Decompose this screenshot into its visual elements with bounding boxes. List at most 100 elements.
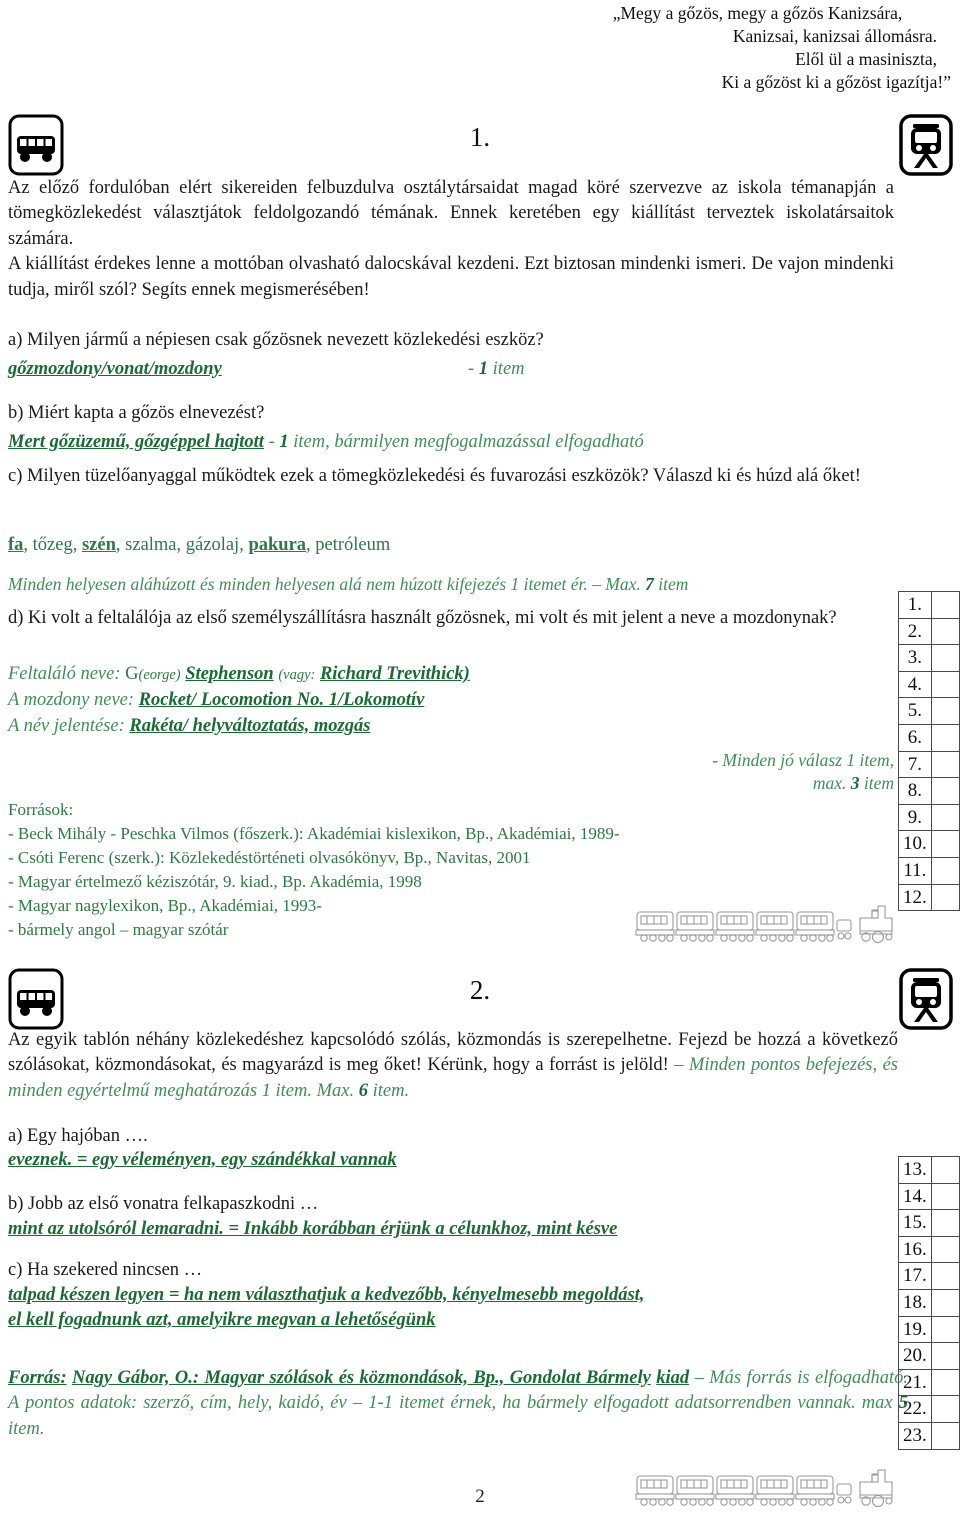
table-row[interactable]: 21. [898, 1368, 960, 1397]
score-row-value[interactable] [930, 1421, 960, 1450]
score-row-label: 6. [898, 723, 932, 752]
table-row[interactable]: 11. [898, 856, 960, 885]
score-note-1d-line-2: max. 3 item [632, 771, 894, 796]
score-row-label: 5. [898, 697, 932, 725]
table-row[interactable]: 19. [898, 1315, 960, 1344]
score-note-1c-a: Minden helyesen aláhúzott és minden hely… [8, 574, 641, 594]
source-item: - bármely angol – magyar szótár [8, 920, 229, 939]
answer-1c-options: fa, tőzeg, szén, szalma, gázolaj, pakura… [8, 533, 708, 558]
question-1b: b) Miért kapta a gőzös elnevezést? [8, 403, 265, 423]
option-szalma[interactable]: szalma [125, 535, 176, 555]
score-row-value[interactable] [930, 883, 960, 912]
table-row[interactable]: 4. [898, 670, 960, 699]
table-row[interactable]: 16. [898, 1235, 960, 1264]
option-tozeg-label: tőzeg [32, 535, 73, 555]
table-row[interactable]: 13. [898, 1156, 960, 1184]
score-row-value[interactable] [930, 1235, 960, 1264]
score-row-value[interactable] [930, 644, 960, 672]
table-row[interactable]: 1. [898, 591, 960, 619]
score-1a-dash: - [468, 359, 475, 379]
score-row-value[interactable] [930, 1315, 960, 1344]
answer-2c-text-1: talpad készen legyen = ha nem választhat… [8, 1285, 645, 1305]
score-note-1c-b: item [658, 574, 689, 594]
source-2-label: Forrás: [8, 1368, 67, 1388]
score-row-value[interactable] [930, 723, 960, 752]
score-1a-word: item [492, 359, 525, 379]
option-szen[interactable]: szén [82, 535, 116, 555]
score-row-value[interactable] [930, 777, 960, 805]
answer-2c: talpad készen legyen = ha nem választhat… [8, 1283, 898, 1334]
table-row[interactable]: 9. [898, 803, 960, 832]
score-row-label: 4. [898, 670, 932, 699]
score-row-value[interactable] [930, 856, 960, 885]
score-row-value[interactable] [930, 803, 960, 832]
table-row[interactable]: 8. [898, 777, 960, 805]
score-row-label: 13. [898, 1156, 932, 1184]
sep-1: , [23, 535, 33, 555]
table-row[interactable]: 14. [898, 1182, 960, 1211]
section-2-intro: Az egyik tablón néhány közlekedéshez kap… [8, 1028, 898, 1104]
score-row-value[interactable] [930, 1342, 960, 1370]
table-row[interactable]: 20. [898, 1342, 960, 1370]
answer-2b-text: mint az utolsóról lemaradni. = Inkább ko… [8, 1219, 618, 1239]
option-tozeg[interactable]: tőzeg [33, 535, 73, 555]
table-row[interactable]: 5. [898, 697, 960, 725]
score-row-value[interactable] [930, 591, 960, 619]
table-row[interactable]: 18. [898, 1288, 960, 1317]
score-row-value[interactable] [930, 1368, 960, 1397]
table-row[interactable]: 10. [898, 830, 960, 858]
score-row-label: 15. [898, 1209, 932, 1237]
score-1b: - 1 item, bármilyen megfogalmazással elf… [269, 432, 644, 452]
score-row-value[interactable] [930, 1209, 960, 1237]
train-front-icon [898, 968, 954, 1030]
answer-1d-label-1: Feltaláló neve: [8, 664, 121, 684]
score-row-value[interactable] [930, 750, 960, 779]
steam-train-icon [634, 898, 909, 946]
option-gazolaj[interactable]: gázolaj [186, 535, 239, 555]
score-row-value[interactable] [930, 1262, 960, 1290]
score-row-value[interactable] [930, 830, 960, 858]
table-row[interactable]: 17. [898, 1262, 960, 1290]
option-pakura[interactable]: pakura [248, 535, 306, 555]
score-note-1c-num: 7 [645, 574, 654, 594]
table-row[interactable]: 3. [898, 644, 960, 672]
sep-4: , [176, 535, 186, 555]
score-grid-2[interactable]: 13. 14. 15. 16. 17. 18. 19. 20. 21. 22. … [898, 1156, 960, 1450]
table-row[interactable]: 6. [898, 723, 960, 752]
score-row-label: 16. [898, 1235, 932, 1264]
answer-1d-inventor-paren: (eorge) [138, 667, 181, 683]
answer-1d: Feltaláló neve: G(eorge) Stephenson (vag… [8, 662, 928, 739]
option-petroleum[interactable]: petróleum [315, 535, 390, 555]
sources-title: Források: [8, 800, 74, 819]
sources-section-1: Források: - Beck Mihály - Peschka Vilmos… [8, 798, 728, 942]
section-1-intro-p2: A kiállítást érdekes lenne a mottóban ol… [8, 254, 894, 300]
score-row-value[interactable] [930, 1395, 960, 1423]
score-row-value[interactable] [930, 697, 960, 725]
sep-2: , [72, 535, 82, 555]
answer-1d-loco-name: Rocket/ Locomotion No. 1/Lokomotív [138, 690, 425, 711]
score-grid-1[interactable]: 1. 2. 3. 4. 5. 6. 7. 8. 9. 10. 11. 12. [898, 591, 960, 912]
table-row[interactable]: 23. [898, 1421, 960, 1450]
score-row-value[interactable] [930, 617, 960, 646]
score-row-value[interactable] [930, 670, 960, 699]
option-fa[interactable]: fa [8, 535, 23, 555]
section-1-number: 1. [469, 122, 491, 152]
table-row[interactable]: 15. [898, 1209, 960, 1237]
score-row-value[interactable] [930, 1156, 960, 1184]
score-row-value[interactable] [930, 1288, 960, 1317]
answer-1d-label-3: A név jelentése: [8, 715, 125, 736]
option-szen-label: szén [81, 535, 116, 555]
answer-1d-inventor-alt: Richard Trevithick) [319, 664, 470, 684]
table-row[interactable]: 7. [898, 750, 960, 779]
source-2-note-2-pre: bármely elfogadott adatsorrendben vannak… [526, 1393, 893, 1414]
table-row[interactable]: 2. [898, 617, 960, 646]
score-note-1d-line-1: - Minden jó válasz 1 item, [712, 750, 894, 770]
source-item: - Beck Mihály - Peschka Vilmos (főszerk.… [8, 824, 620, 843]
score-row-label: 1. [898, 591, 932, 619]
question-2b: b) Jobb az első vonatra felkapaszkodni … [8, 1194, 319, 1214]
motto-line-2: Kanizsai, kanizsai állomásra. [732, 26, 937, 46]
answer-1d-label-2: A mozdony neve: [8, 690, 135, 711]
table-row[interactable]: 22. [898, 1395, 960, 1423]
score-row-value[interactable] [930, 1182, 960, 1211]
question-2a: a) Egy hajóban …. [8, 1126, 148, 1146]
